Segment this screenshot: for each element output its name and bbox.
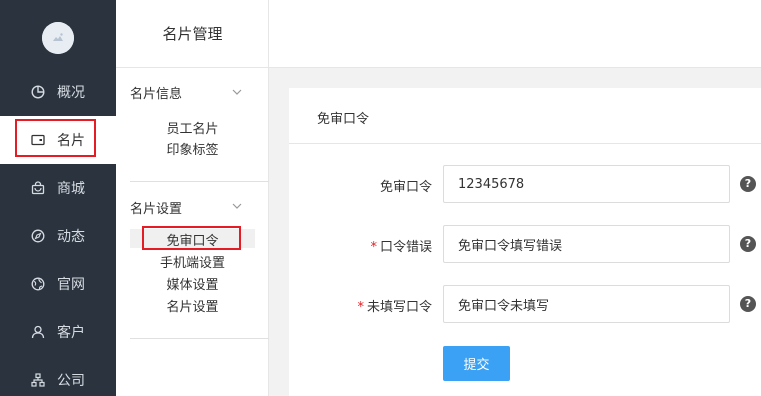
org-chart-icon — [31, 373, 45, 387]
help-icon[interactable]: ? — [740, 296, 756, 312]
top-bar — [269, 0, 761, 68]
nav-item-label: 商城 — [57, 181, 85, 197]
field-label-text: 未填写口令 — [366, 300, 432, 315]
divider — [130, 181, 269, 182]
required-mark: * — [370, 240, 377, 255]
globe-icon — [31, 277, 45, 291]
nav-item-mall[interactable]: 商城 — [0, 164, 116, 212]
field-label: * 口令错误 — [370, 236, 432, 255]
panel-title: 免审口令 — [317, 112, 370, 127]
submit-button[interactable]: 提交 — [443, 346, 510, 381]
main-nav: 概况 名片 商城 动态 官网 客户 公司 — [0, 0, 116, 396]
sidebar-item-media-settings[interactable]: 媒体设置 — [116, 274, 269, 293]
nav-item-label: 动态 — [57, 229, 85, 245]
group-card-settings[interactable]: 名片设置 — [130, 198, 182, 217]
user-icon — [31, 325, 45, 339]
sidebar-item-mobile-settings[interactable]: 手机端设置 — [116, 252, 269, 271]
nav-item-label: 客户 — [57, 325, 85, 341]
sidebar-item-card-settings[interactable]: 名片设置 — [116, 296, 269, 315]
help-icon[interactable]: ? — [740, 236, 756, 252]
chevron-down-icon[interactable] — [232, 89, 242, 95]
bag-icon — [31, 181, 45, 195]
nav-item-customer[interactable]: 客户 — [0, 308, 116, 356]
group-card-info[interactable]: 名片信息 — [130, 83, 182, 102]
sidebar-item-exempt-password[interactable]: 免审口令 — [116, 230, 269, 249]
nav-item-label: 公司 — [57, 373, 85, 389]
compass-icon — [31, 229, 45, 243]
divider — [130, 338, 269, 339]
avatar[interactable] — [42, 22, 74, 54]
pie-chart-icon — [31, 85, 45, 99]
chevron-down-icon[interactable] — [232, 203, 242, 209]
nav-item-label: 官网 — [57, 277, 85, 293]
sub-sidebar: 名片管理 名片信息 员工名片 印象标签 名片设置 免审口令 手机端设置 媒体设置… — [116, 0, 269, 396]
missing-password-message-input[interactable] — [443, 285, 730, 323]
nav-item-website[interactable]: 官网 — [0, 260, 116, 308]
exempt-password-input[interactable] — [443, 165, 730, 203]
form-panel: 免审口令 免审口令 ? *口令错误 ? *未填写口令 ? 提交 — [289, 88, 761, 396]
field-label: 免审口令 — [380, 176, 432, 195]
sidebar-item-employee-card[interactable]: 员工名片 — [116, 118, 269, 137]
wrong-password-message-input[interactable] — [443, 225, 730, 263]
sidebar-title: 名片管理 — [116, 0, 269, 68]
nav-item-label: 概况 — [57, 85, 85, 101]
field-label-text: 口令错误 — [379, 240, 432, 255]
nav-item-news[interactable]: 动态 — [0, 212, 116, 260]
avatar-icon — [42, 22, 74, 54]
help-icon[interactable]: ? — [740, 176, 756, 192]
sidebar-item-impression-tags[interactable]: 印象标签 — [116, 139, 269, 158]
required-mark: * — [357, 300, 364, 315]
nav-item-company[interactable]: 公司 — [0, 356, 116, 396]
panel-header: 免审口令 — [289, 88, 761, 144]
field-label: * 未填写口令 — [357, 296, 432, 315]
nav-item-overview[interactable]: 概况 — [0, 68, 116, 116]
field-label-text: 免审口令 — [379, 180, 432, 195]
highlight-box — [15, 119, 96, 157]
